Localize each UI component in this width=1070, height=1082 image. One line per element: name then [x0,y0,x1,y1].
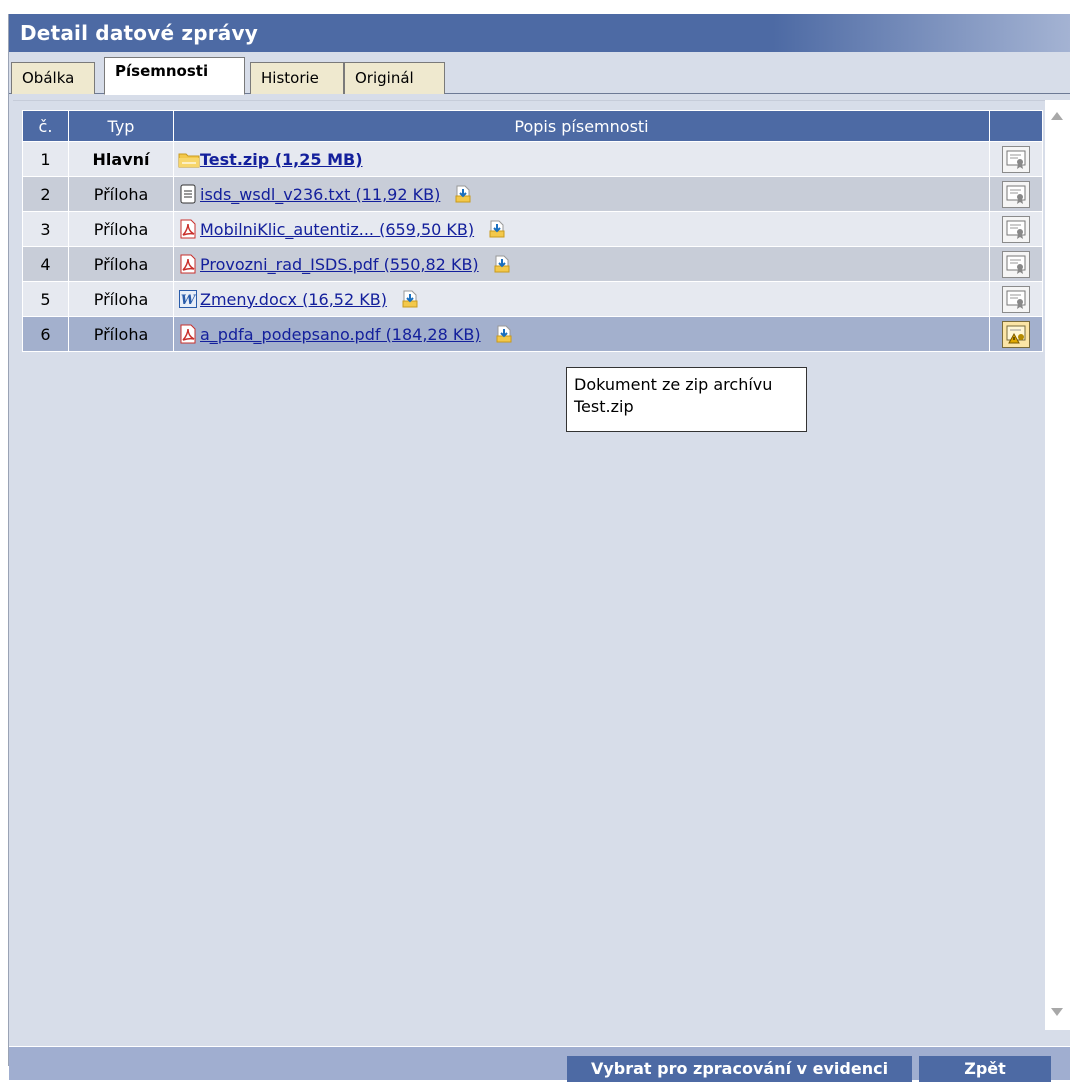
scroll-down-arrow-icon[interactable] [1051,1008,1063,1016]
file-link[interactable]: MobilniKlic_autentiz... (659,50 KB) [200,220,474,239]
row-description: isds_wsdl_v236.txt (11,92 KB) [173,176,990,212]
row-description: Provozni_rad_ISDS.pdf (550,82 KB) [173,246,990,282]
table-row[interactable]: 1 Hlavní Test.zip (1,25 MB) [22,141,1043,177]
signature-cert-icon[interactable] [1002,285,1030,313]
row-action-cell [989,246,1043,282]
signature-cert-icon[interactable] [1002,215,1030,243]
row-action-cell [989,281,1043,317]
tab-original[interactable]: Originál [344,62,445,94]
row-type: Příloha [68,246,174,282]
row-action-cell [989,316,1043,352]
row-description: W Zmeny.docx (16,52 KB) [173,281,990,317]
row-type: Hlavní [68,141,174,177]
download-icon[interactable] [494,324,514,344]
text-file-icon [178,184,198,204]
row-type: Příloha [68,211,174,247]
documents-table: č. Typ Popis písemnosti 1 Hlavní Test.zi… [22,110,1043,352]
row-action-cell [989,211,1043,247]
row-number: 6 [22,316,69,352]
svg-text:W: W [181,293,197,308]
column-header-action [989,110,1043,142]
row-type: Příloha [68,176,174,212]
row-number: 3 [22,211,69,247]
select-for-processing-button[interactable]: Vybrat pro zpracování v evidenci [567,1056,912,1082]
message-detail-window: Detail datové zprávy Obálka Písemnosti H… [8,14,1070,1082]
row-description: Test.zip (1,25 MB) [173,141,990,177]
table-row-selected[interactable]: 6 Příloha a_pdfa_podepsano.pdf (184,28 K… [22,316,1043,352]
row-number: 5 [22,281,69,317]
vertical-scrollbar[interactable] [1045,100,1070,1030]
file-link[interactable]: Zmeny.docx (16,52 KB) [200,290,387,309]
download-icon[interactable] [453,184,473,204]
file-link[interactable]: Test.zip (1,25 MB) [200,150,363,169]
table-header-row: č. Typ Popis písemnosti [22,110,1043,142]
pdf-icon [178,254,198,274]
row-description: a_pdfa_podepsano.pdf (184,28 KB) [173,316,990,352]
tab-obalka[interactable]: Obálka [11,62,95,94]
zip-icon [178,149,200,169]
row-type: Příloha [68,316,174,352]
row-action-cell [989,141,1043,177]
table-row[interactable]: 4 Příloha Provozni_rad_ISDS.pdf (550,82 … [22,246,1043,282]
signature-cert-icon[interactable] [1002,145,1030,173]
window-title: Detail datové zprávy [9,14,1070,52]
tab-bar: Obálka Písemnosti Historie Originál [9,52,1070,95]
documents-panel: č. Typ Popis písemnosti 1 Hlavní Test.zi… [13,100,1045,1030]
signature-cert-icon[interactable] [1002,180,1030,208]
signature-cert-icon[interactable] [1002,250,1030,278]
download-icon[interactable] [492,254,512,274]
file-link[interactable]: a_pdfa_podepsano.pdf (184,28 KB) [200,325,481,344]
row-description: MobilniKlic_autentiz... (659,50 KB) [173,211,990,247]
table-row[interactable]: 3 Příloha MobilniKlic_autentiz... (659,5… [22,211,1043,247]
column-header-type: Typ [68,110,174,142]
row-action-cell [989,176,1043,212]
row-type: Příloha [68,281,174,317]
row-number: 1 [22,141,69,177]
column-header-description: Popis písemnosti [173,110,990,142]
back-button[interactable]: Zpět [919,1056,1051,1082]
column-header-number: č. [22,110,69,142]
row-number: 2 [22,176,69,212]
file-link[interactable]: isds_wsdl_v236.txt (11,92 KB) [200,185,440,204]
footer-bar: Vybrat pro zpracování v evidenci Zpět [9,1046,1070,1082]
download-icon[interactable] [400,289,420,309]
tooltip-line-1: Dokument ze zip archívu [574,375,773,394]
table-row[interactable]: 2 Příloha isds_wsdl_v236.txt (11,92 KB) [22,176,1043,212]
signature-warning-icon[interactable] [1002,320,1030,348]
pdf-icon [178,324,198,344]
scroll-up-arrow-icon[interactable] [1051,112,1063,120]
tooltip-line-2: Test.zip [574,397,634,416]
tab-pisemnosti[interactable]: Písemnosti [104,57,245,95]
word-icon: W [178,289,198,309]
download-icon[interactable] [487,219,507,239]
table-row[interactable]: 5 Příloha W Zmeny.docx (16,52 KB) [22,281,1043,317]
row-number: 4 [22,246,69,282]
pdf-icon [178,219,198,239]
file-link[interactable]: Provozni_rad_ISDS.pdf (550,82 KB) [200,255,479,274]
tooltip: Dokument ze zip archívu Test.zip [566,367,807,432]
tab-historie[interactable]: Historie [250,62,344,94]
